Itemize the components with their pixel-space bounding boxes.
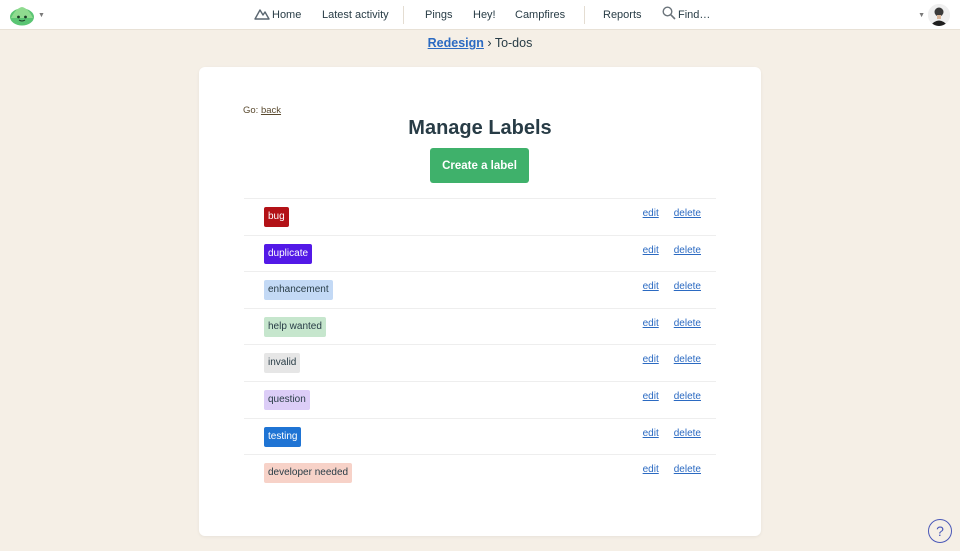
row-actions: edit delete [643,208,701,219]
row-actions: edit delete [643,354,701,365]
nav-home[interactable]: Home [254,0,301,30]
edit-label-link[interactable]: edit [643,245,659,256]
row-actions: edit delete [643,391,701,402]
breadcrumb-project-link[interactable]: Redesign [428,36,484,50]
breadcrumb: Redesign › To-dos [0,36,960,50]
delete-label-link[interactable]: delete [674,281,701,292]
delete-label-link[interactable]: delete [674,354,701,365]
label-row: question edit delete [244,380,716,418]
delete-label-link[interactable]: delete [674,245,701,256]
row-actions: edit delete [643,464,701,475]
label-row: bug edit delete [244,198,716,235]
label-chip: invalid [264,353,301,374]
row-actions: edit delete [643,245,701,256]
label-row: duplicate edit delete [244,234,716,272]
row-actions: edit delete [643,318,701,329]
row-actions: edit delete [643,281,701,292]
nav-home-label: Home [272,9,302,21]
nav-reports[interactable]: Reports [603,0,642,30]
go-back: Go: back [243,105,281,116]
label-chip: duplicate [264,243,313,264]
breadcrumb-current: To-dos [494,36,533,50]
delete-label-link[interactable]: delete [674,318,701,329]
create-label-button[interactable]: Create a label [430,148,529,183]
edit-label-link[interactable]: edit [643,428,659,439]
edit-label-link[interactable]: edit [643,281,659,292]
avatar [928,4,950,26]
delete-label-link[interactable]: delete [674,464,701,475]
nav-latest-activity[interactable]: Latest activity [322,0,389,30]
nav-divider [403,6,404,24]
breadcrumb-separator: › [483,36,495,50]
label-chip: enhancement [264,280,333,301]
label-row: invalid edit delete [244,344,716,381]
nav-find-label: Find… [678,9,711,21]
help-question-icon[interactable]: ? [928,519,952,543]
user-avatar-icon [928,4,950,26]
label-chip: question [264,389,310,410]
labels-card: Go: back Manage Labels Create a label bu… [199,67,761,536]
nav-campfires[interactable]: Campfires [515,0,565,30]
main-nav: Home Latest activity Pings Hey! Campfire… [0,0,960,30]
edit-label-link[interactable]: edit [643,354,659,365]
mountain-home-icon [254,9,270,20]
label-chip: help wanted [264,316,326,337]
row-actions: edit delete [643,428,701,439]
edit-label-link[interactable]: edit [643,318,659,329]
edit-label-link[interactable]: edit [643,208,659,219]
back-link[interactable]: back [261,105,281,116]
label-row: testing edit delete [244,417,716,455]
label-row: help wanted edit delete [244,307,716,345]
search-icon [662,6,676,20]
label-row: developer needed edit delete [244,454,716,491]
delete-label-link[interactable]: delete [674,428,701,439]
nav-hey[interactable]: Hey! [473,0,496,30]
edit-label-link[interactable]: edit [643,464,659,475]
user-menu[interactable]: ▼ [918,3,950,27]
delete-label-link[interactable]: delete [674,208,701,219]
nav-pings[interactable]: Pings [425,0,453,30]
nav-find[interactable]: Find… [662,0,710,30]
label-row: enhancement edit delete [244,271,716,308]
label-list: bug edit delete duplicate edit delete en… [244,198,716,491]
nav-divider [584,6,585,24]
label-chip: testing [264,426,302,447]
label-chip: developer needed [264,463,353,484]
go-label: Go: [243,105,259,116]
edit-label-link[interactable]: edit [643,391,659,402]
top-nav: ▼ Home Latest activity Pings Hey! Campfi… [0,0,960,30]
delete-label-link[interactable]: delete [674,391,701,402]
label-chip: bug [264,207,289,227]
page-title: Manage Labels [408,117,552,139]
caret-down-icon: ▼ [918,11,925,19]
